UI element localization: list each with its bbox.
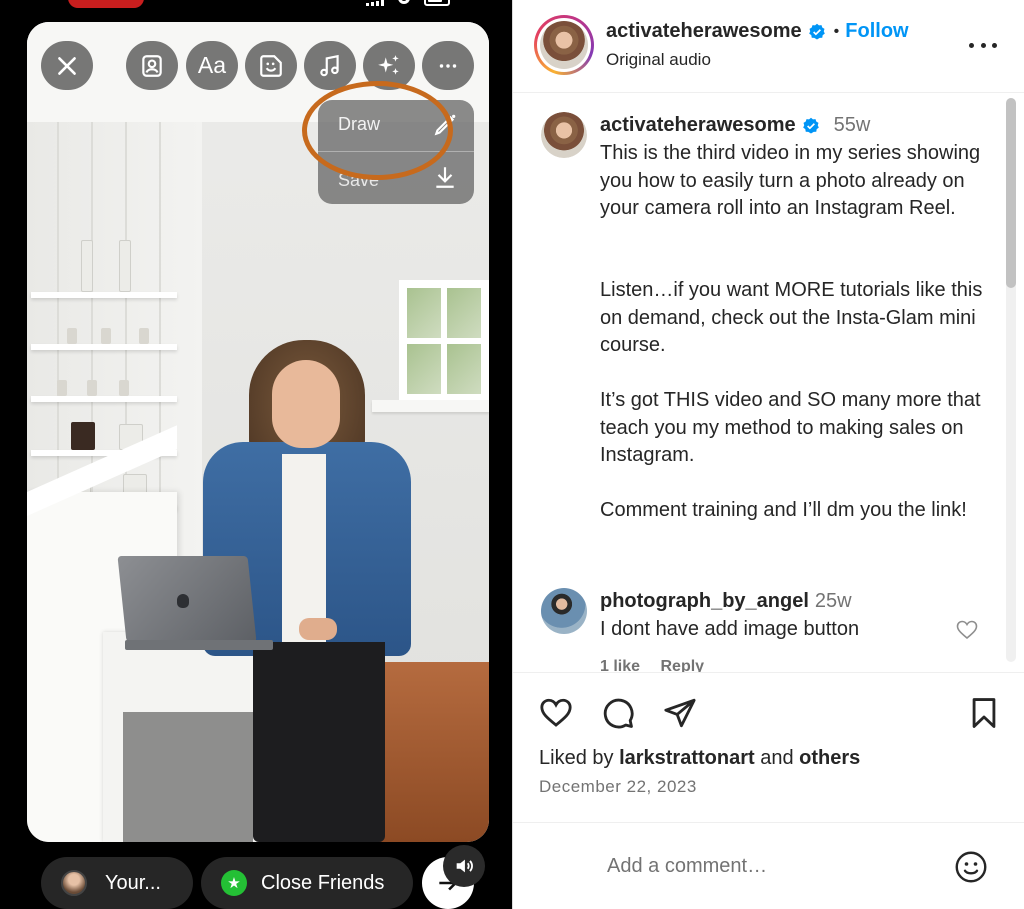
- scrollbar-thumb[interactable]: [1006, 98, 1016, 288]
- more-tools-button[interactable]: [422, 41, 474, 90]
- music-button[interactable]: [304, 41, 356, 90]
- like-heart-icon[interactable]: [539, 696, 573, 730]
- liked-by-conjunction: and: [760, 747, 794, 769]
- caption-paragraph: Comment training and I’ll dm you the lin…: [600, 499, 967, 521]
- close-friends-button[interactable]: ★ Close Friends: [201, 857, 413, 909]
- separator-dot: •: [833, 22, 840, 40]
- liked-by-line: Liked by larkstrattonart and others: [539, 747, 860, 770]
- star-icon: ★: [221, 870, 247, 896]
- caption-paragraph: It’s got THIS video and SO many more tha…: [600, 389, 981, 466]
- commenter-username[interactable]: photograph_by_angel: [600, 590, 809, 613]
- annotation-circle: [302, 81, 453, 180]
- verified-badge-icon: [808, 23, 825, 39]
- person-card-icon: [142, 54, 162, 77]
- music-note-icon: [320, 54, 339, 76]
- sound-button[interactable]: [443, 845, 485, 887]
- comment-input[interactable]: [607, 851, 927, 881]
- author-avatar[interactable]: [534, 15, 594, 75]
- comment-text: I dont have add image button: [600, 618, 860, 640]
- recording-indicator: [68, 0, 144, 8]
- more-icon: [439, 63, 457, 68]
- mention-button[interactable]: [126, 41, 178, 90]
- more-options-button[interactable]: [969, 38, 997, 52]
- post-date[interactable]: December 22, 2023: [539, 777, 697, 797]
- liked-by-others[interactable]: others: [799, 747, 860, 769]
- caption-avatar[interactable]: [541, 112, 587, 158]
- story-editor: Aa Draw Save Your... ★ Close Friends: [0, 0, 512, 909]
- post-actions: Liked by larkstrattonart and others Dece…: [513, 672, 1024, 822]
- comment-like-count[interactable]: 1 like: [600, 658, 640, 672]
- sparkles-icon: [378, 54, 399, 75]
- caption-paragraph: This is the third video in my series sho…: [600, 142, 981, 219]
- sticker-button[interactable]: [245, 41, 297, 90]
- audio-link[interactable]: Original audio: [606, 50, 711, 70]
- add-comment-box: [513, 822, 1024, 909]
- comment-timestamp[interactable]: 25w: [815, 590, 852, 613]
- battery-icon: [424, 0, 450, 6]
- close-friends-label: Close Friends: [261, 871, 385, 894]
- author-username[interactable]: activateherawesome: [606, 20, 802, 43]
- your-story-label: Your...: [105, 871, 161, 894]
- verified-badge-icon: [802, 117, 819, 133]
- comments-section: activateherawesome 55w This is the third…: [513, 94, 1013, 672]
- close-button[interactable]: [41, 41, 93, 90]
- close-icon: [58, 56, 76, 75]
- emoji-icon[interactable]: [953, 849, 989, 885]
- post-header: activateherawesome • Follow Original aud…: [513, 0, 1024, 93]
- share-paper-plane-icon[interactable]: [663, 696, 697, 730]
- bookmark-icon[interactable]: [967, 696, 1001, 730]
- signal-icon: [366, 0, 384, 6]
- liked-by-user[interactable]: larkstrattonart: [619, 747, 755, 769]
- avatar: [61, 870, 87, 896]
- caption-username[interactable]: activateherawesome: [600, 114, 796, 137]
- download-icon: [436, 167, 454, 188]
- commenter-avatar[interactable]: [541, 588, 587, 634]
- liked-by-prefix: Liked by: [539, 747, 614, 769]
- follow-button[interactable]: Follow: [845, 20, 908, 43]
- text-tool-button[interactable]: Aa: [186, 41, 238, 90]
- your-story-button[interactable]: Your...: [41, 857, 193, 909]
- heart-icon[interactable]: [955, 618, 979, 642]
- caption-paragraph: Listen…if you want MORE tutorials like t…: [600, 279, 983, 356]
- speaker-icon: [456, 859, 473, 873]
- wifi-icon: [398, 0, 410, 4]
- comment-bubble-icon[interactable]: [601, 696, 635, 730]
- sticker-icon: [260, 54, 282, 77]
- post-panel: activateherawesome • Follow Original aud…: [512, 0, 1024, 909]
- comment-reply-button[interactable]: Reply: [660, 658, 704, 672]
- caption-timestamp[interactable]: 55w: [834, 114, 871, 137]
